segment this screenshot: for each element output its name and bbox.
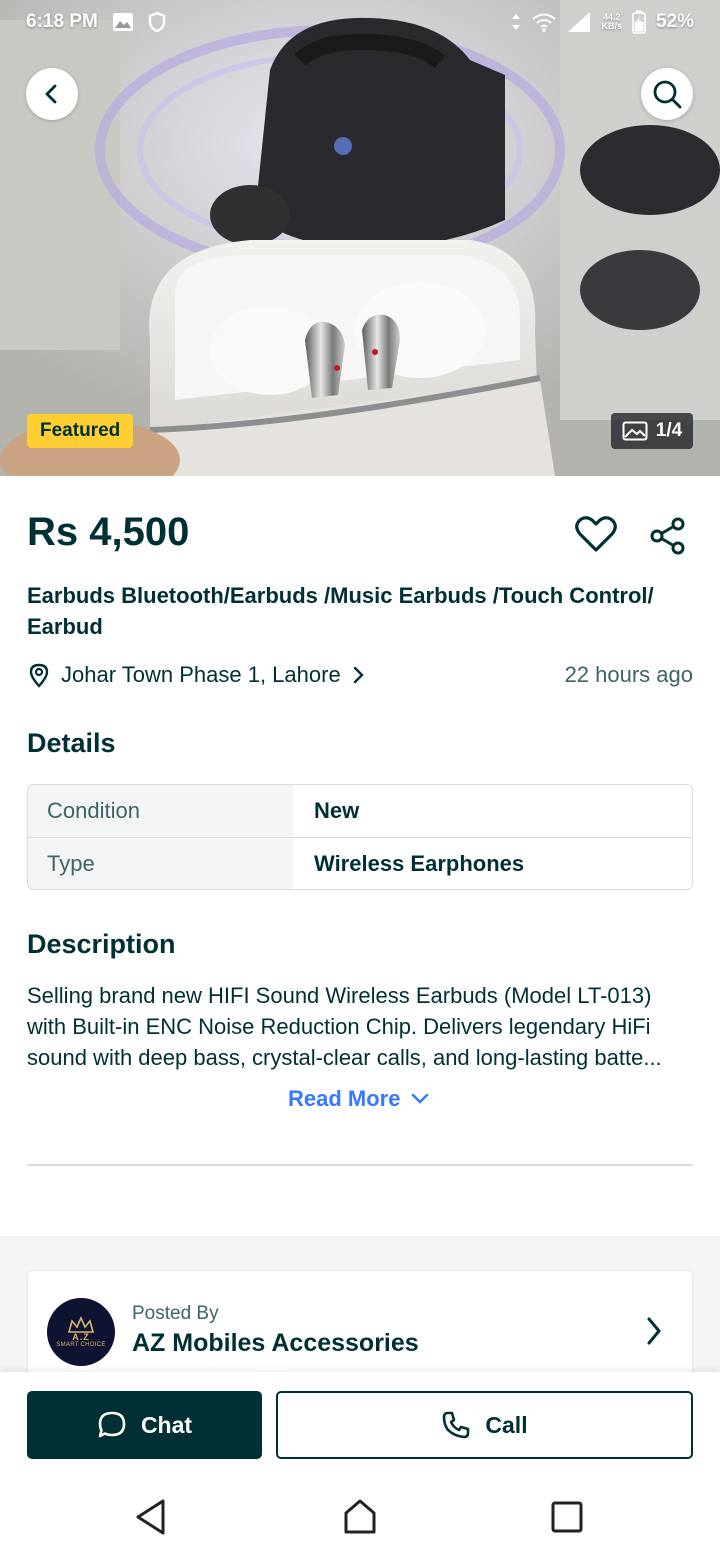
detail-value: New	[314, 798, 360, 823]
network-speed: 44.2 KB/s	[601, 12, 622, 31]
read-more-button[interactable]: Read More	[288, 1086, 430, 1112]
search-icon	[653, 80, 682, 109]
details-row-type: Type Wireless Earphones	[28, 837, 692, 889]
detail-key: Condition	[28, 785, 293, 837]
avatar: A.Z SMART CHOICE	[47, 1298, 115, 1366]
search-button[interactable]	[641, 68, 693, 120]
details-table: Condition New Type Wireless Earphones	[27, 784, 693, 890]
read-more-label: Read More	[288, 1086, 401, 1111]
location-link[interactable]: Johar Town Phase 1, Lahore	[27, 662, 365, 688]
listing-image-gallery[interactable]: 6:18 PM 44.2 KB/s 52% Featured 1/4	[0, 0, 720, 476]
chevron-right-icon	[647, 1317, 661, 1345]
chevron-right-icon	[353, 666, 364, 684]
product-photo	[0, 0, 720, 476]
share-icon[interactable]	[648, 516, 688, 556]
nav-back-icon[interactable]	[134, 1498, 168, 1536]
image-counter-text: 1/4	[655, 420, 683, 441]
status-time: 6:18 PM	[26, 11, 98, 32]
image-counter[interactable]: 1/4	[611, 413, 693, 449]
back-button[interactable]	[26, 68, 78, 120]
status-bar: 6:18 PM 44.2 KB/s 52%	[0, 0, 720, 44]
chat-label: Chat	[140, 1411, 193, 1438]
location-pin-icon	[29, 663, 49, 688]
details-heading: Details	[27, 728, 116, 758]
detail-key: Type	[28, 838, 293, 889]
chat-bubble-icon	[98, 1411, 126, 1438]
contact-action-bar: Chat Call	[0, 1372, 720, 1472]
shield-icon	[148, 11, 166, 33]
description-line: Selling brand new HIFI Sound Wireless Ea…	[27, 983, 652, 1008]
poster-name: AZ Mobiles Accessories	[132, 1329, 419, 1357]
battery-level: 52%	[655, 11, 694, 32]
signal-icon	[568, 12, 591, 32]
avatar-tagline: SMART CHOICE	[56, 1342, 106, 1348]
call-button[interactable]: Call	[276, 1391, 693, 1459]
description-line: with Built-in ENC Noise Reduction Chip. …	[27, 1014, 651, 1039]
image-notification-icon	[112, 13, 133, 31]
listing-title: Earbuds Bluetooth/Earbuds /Music Earbuds…	[27, 583, 654, 639]
nav-recents-icon[interactable]	[550, 1498, 584, 1536]
chevron-down-icon	[412, 1093, 429, 1104]
avatar-brand-text: A.Z	[72, 1332, 90, 1342]
data-arrows-icon	[512, 14, 521, 30]
system-navigation-bar	[0, 1472, 720, 1560]
detail-value: Wireless Earphones	[314, 850, 525, 876]
poster-card[interactable]: A.Z SMART CHOICE Posted By AZ Mobiles Ac…	[27, 1270, 693, 1380]
battery-charging-icon	[632, 10, 646, 34]
description-heading: Description	[27, 929, 176, 959]
details-row-condition: Condition New	[28, 785, 692, 837]
description-line: sound with deep bass, crystal-clear call…	[27, 1045, 662, 1070]
back-arrow-icon	[45, 84, 57, 104]
phone-icon	[443, 1411, 470, 1439]
nav-home-icon[interactable]	[342, 1498, 378, 1536]
featured-badge: Featured	[27, 414, 134, 448]
description-text: Selling brand new HIFI Sound Wireless Ea…	[27, 980, 693, 1073]
gallery-icon	[622, 421, 648, 441]
posted-by-label: Posted By	[132, 1303, 219, 1324]
posted-time: 22 hours ago	[564, 662, 693, 687]
wifi-icon	[532, 13, 557, 32]
location-text: Johar Town Phase 1, Lahore	[61, 662, 341, 687]
section-divider	[27, 1164, 693, 1166]
favorite-heart-icon[interactable]	[574, 514, 618, 554]
call-label: Call	[485, 1411, 528, 1438]
chat-button[interactable]: Chat	[27, 1391, 262, 1459]
listing-price: Rs 4,500	[27, 510, 190, 554]
